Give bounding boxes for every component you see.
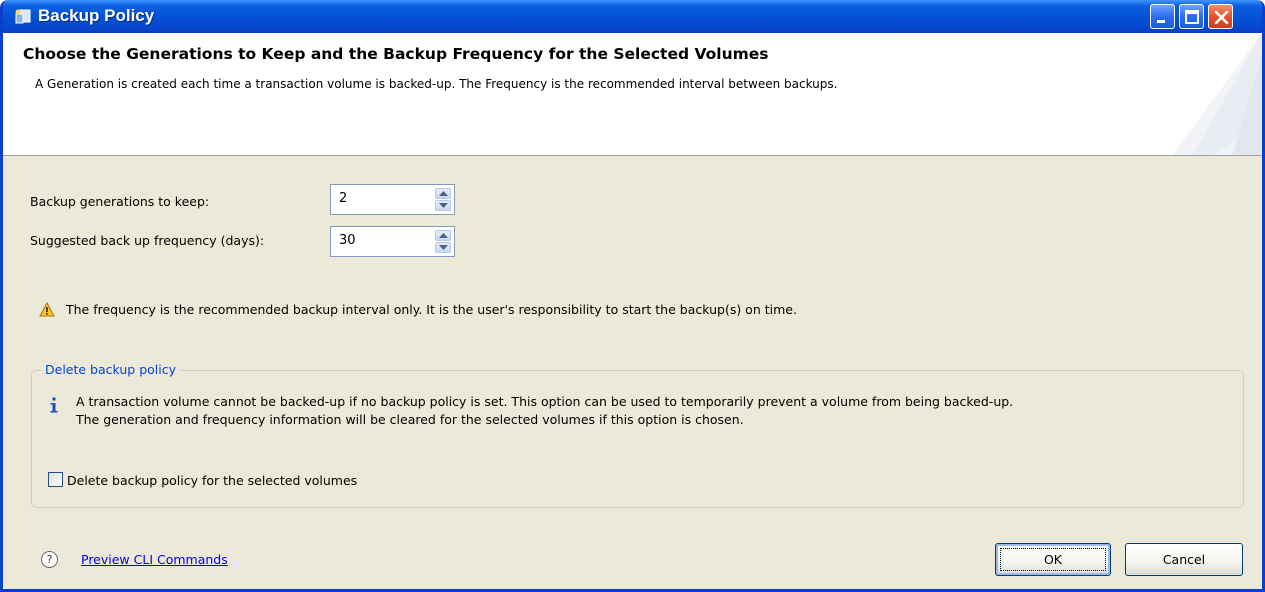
maximize-button[interactable] xyxy=(1179,4,1204,29)
warning-text: The frequency is the recommended backup … xyxy=(66,302,797,317)
frequency-label: Suggested back up frequency (days): xyxy=(30,233,265,248)
generations-increment-button[interactable] xyxy=(435,188,451,199)
delete-policy-checkbox-label[interactable]: Delete backup policy for the selected vo… xyxy=(67,473,357,488)
generations-spinner[interactable]: 2 xyxy=(330,184,455,215)
title-bar[interactable]: Backup Policy xyxy=(3,0,1262,33)
close-button[interactable] xyxy=(1208,4,1233,29)
info-icon xyxy=(50,397,58,413)
ok-focus-ring xyxy=(1000,548,1106,571)
generations-label: Backup generations to keep: xyxy=(30,194,210,209)
generations-input[interactable]: 2 xyxy=(339,191,347,206)
maximize-icon xyxy=(1185,10,1199,24)
minimize-button[interactable] xyxy=(1150,4,1175,29)
delete-policy-legend: Delete backup policy xyxy=(41,362,180,377)
frequency-spinner[interactable]: 30 xyxy=(330,226,455,257)
close-icon xyxy=(1214,10,1229,25)
minimize-icon xyxy=(1157,20,1165,23)
arrow-down-icon xyxy=(439,245,448,250)
frequency-decrement-button[interactable] xyxy=(435,242,451,253)
frequency-increment-button[interactable] xyxy=(435,230,451,241)
backup-policy-dialog: Backup Policy Choose the Generations to … xyxy=(0,0,1265,592)
cancel-button[interactable]: Cancel xyxy=(1125,543,1243,576)
app-icon xyxy=(15,9,31,24)
cancel-button-label: Cancel xyxy=(1162,552,1206,567)
generations-decrement-button[interactable] xyxy=(435,200,451,211)
page-title: Choose the Generations to Keep and the B… xyxy=(23,45,769,63)
header-decoration xyxy=(1172,33,1262,155)
preview-cli-commands-link[interactable]: Preview CLI Commands xyxy=(81,552,228,567)
delete-policy-checkbox[interactable] xyxy=(48,472,63,487)
arrow-up-icon xyxy=(439,191,448,196)
window-title: Backup Policy xyxy=(38,6,155,25)
generations-spin-buttons xyxy=(435,188,451,211)
arrow-down-icon xyxy=(439,203,448,208)
page-description: A Generation is created each time a tran… xyxy=(35,77,838,91)
info-text-line1: A transaction volume cannot be backed-up… xyxy=(76,394,1014,409)
header-panel: Choose the Generations to Keep and the B… xyxy=(3,33,1262,156)
help-icon[interactable]: ? xyxy=(41,551,58,568)
frequency-spin-buttons xyxy=(435,230,451,253)
ok-button[interactable]: OK xyxy=(995,543,1111,576)
frequency-input[interactable]: 30 xyxy=(339,233,356,248)
arrow-up-icon xyxy=(439,233,448,238)
warning-icon xyxy=(39,302,55,317)
info-text-line2: The generation and frequency information… xyxy=(76,412,744,427)
